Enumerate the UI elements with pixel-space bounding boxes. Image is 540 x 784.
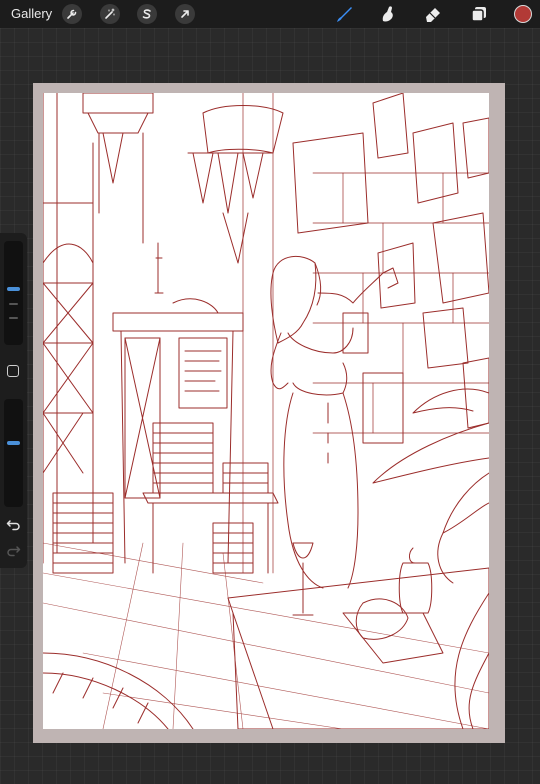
slider-tick [9,303,18,305]
left-sidebar [0,233,27,568]
redo-icon[interactable] [6,545,21,557]
canvas-border [33,83,505,743]
selection-s-icon [142,9,151,19]
drawing-canvas[interactable] [43,93,489,729]
opacity-slider[interactable] [4,399,23,507]
brush-icon [337,7,352,22]
selection-button[interactable] [137,4,157,24]
magic-wand-icon [105,8,115,19]
brush-size-slider[interactable] [4,241,23,345]
opacity-thumb[interactable] [7,441,20,445]
color-swatch-button[interactable] [514,5,532,23]
arrow-cursor-icon [181,10,189,18]
modify-button[interactable] [7,365,19,377]
eraser-icon [426,8,440,22]
layers-button[interactable] [468,3,490,25]
line-art-illustration [43,93,489,729]
adjustments-button[interactable] [100,4,120,24]
brush-size-thumb[interactable] [7,287,20,291]
top-toolbar: Gallery [0,0,540,28]
smudge-icon [382,6,393,22]
eraser-button[interactable] [422,3,444,25]
actions-button[interactable] [62,4,82,24]
undo-icon[interactable] [6,519,21,531]
smudge-button[interactable] [377,3,399,25]
wrench-icon [67,9,77,19]
gallery-button[interactable]: Gallery [11,6,52,21]
slider-tick [9,317,18,319]
brush-button[interactable] [333,3,355,25]
transform-button[interactable] [175,4,195,24]
layers-icon [471,7,486,22]
